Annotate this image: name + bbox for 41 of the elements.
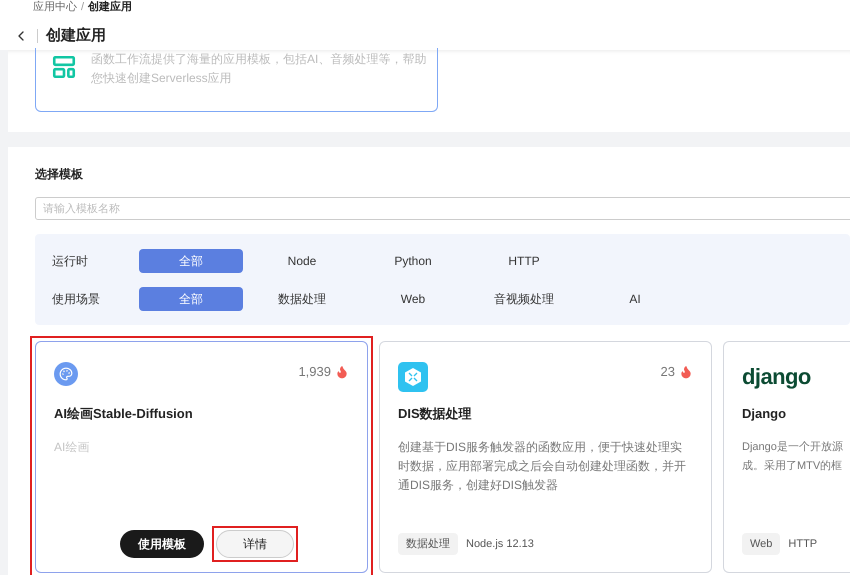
filter-option[interactable]: AI (583, 286, 687, 310)
template-card[interactable]: 23 DIS数据处理 创建基于DIS服务触发器的函数应用，便于快速处理实时数据，应用部署完成之后会自动创建处理函数，并开通DIS服务，创建好DIS触发器 数据处理 Node.js 12.13 (379, 341, 712, 573)
django-logo: django (742, 363, 811, 391)
flame-icon (679, 364, 693, 379)
template-title: DIS数据处理 (398, 405, 473, 423)
usage-count: 23 (660, 363, 675, 381)
template-description: 成。采用了MTV的框 (742, 458, 844, 474)
filter-option[interactable]: Web (361, 286, 465, 310)
filter-option[interactable]: 全部 (139, 286, 243, 310)
filter-option[interactable]: HTTP (472, 248, 576, 272)
tag: 数据处理 (398, 532, 458, 556)
tag: Node.js 12.13 (466, 536, 534, 552)
palette-icon (54, 362, 78, 386)
filter-option[interactable]: 音视频处理 (472, 286, 576, 310)
details-button[interactable]: 详情 (216, 530, 294, 558)
flame-icon (335, 364, 349, 379)
breadcrumb-separator: / (81, 0, 84, 15)
intro-description: 函数工作流提供了海量的应用模板，包括AI、音频处理等，帮助您快速创建Serverless应用 (91, 51, 428, 87)
breadcrumb-item: 创建应用 (88, 0, 132, 15)
breadcrumb-item[interactable]: 应用中心 (33, 0, 77, 16)
filter-option[interactable]: 全部 (139, 248, 243, 272)
usage-count: 1,939 (298, 363, 331, 381)
template-description: 创建基于DIS服务触发器的函数应用，便于快速处理实时数据，应用部署完成之后会自动创建处理函数，并开通DIS服务，创建好DIS触发器 (398, 438, 687, 494)
filter-option[interactable]: Python (361, 248, 465, 272)
filter-option[interactable]: 数据处理 (250, 286, 354, 310)
template-description: AI绘画 (54, 438, 90, 456)
filter-option[interactable]: Node (250, 248, 354, 272)
template-title: Django (742, 405, 788, 423)
template-description: Django是一个开放源 (742, 440, 844, 454)
use-template-button[interactable]: 使用模板 (120, 530, 204, 558)
section-title: 选择模板 (35, 166, 84, 183)
tag: HTTP (788, 536, 818, 552)
tag: Web (742, 532, 780, 556)
filter-label: 使用场景 (52, 290, 101, 308)
filter-label: 运行时 (52, 252, 89, 270)
template-card[interactable]: 1,939 AI绘画Stable-Diffusion AI绘画 使用模板 详情 (35, 341, 368, 573)
template-icon (51, 54, 77, 80)
search-field[interactable]: 请输入模板名称 (35, 197, 850, 220)
page-title: 创建应用 (46, 26, 106, 46)
template-card[interactable]: django Django Django是一个开放源 成。采用了MTV的框 Web HTTP (723, 341, 850, 573)
template-title: AI绘画Stable-Diffusion (54, 405, 194, 423)
